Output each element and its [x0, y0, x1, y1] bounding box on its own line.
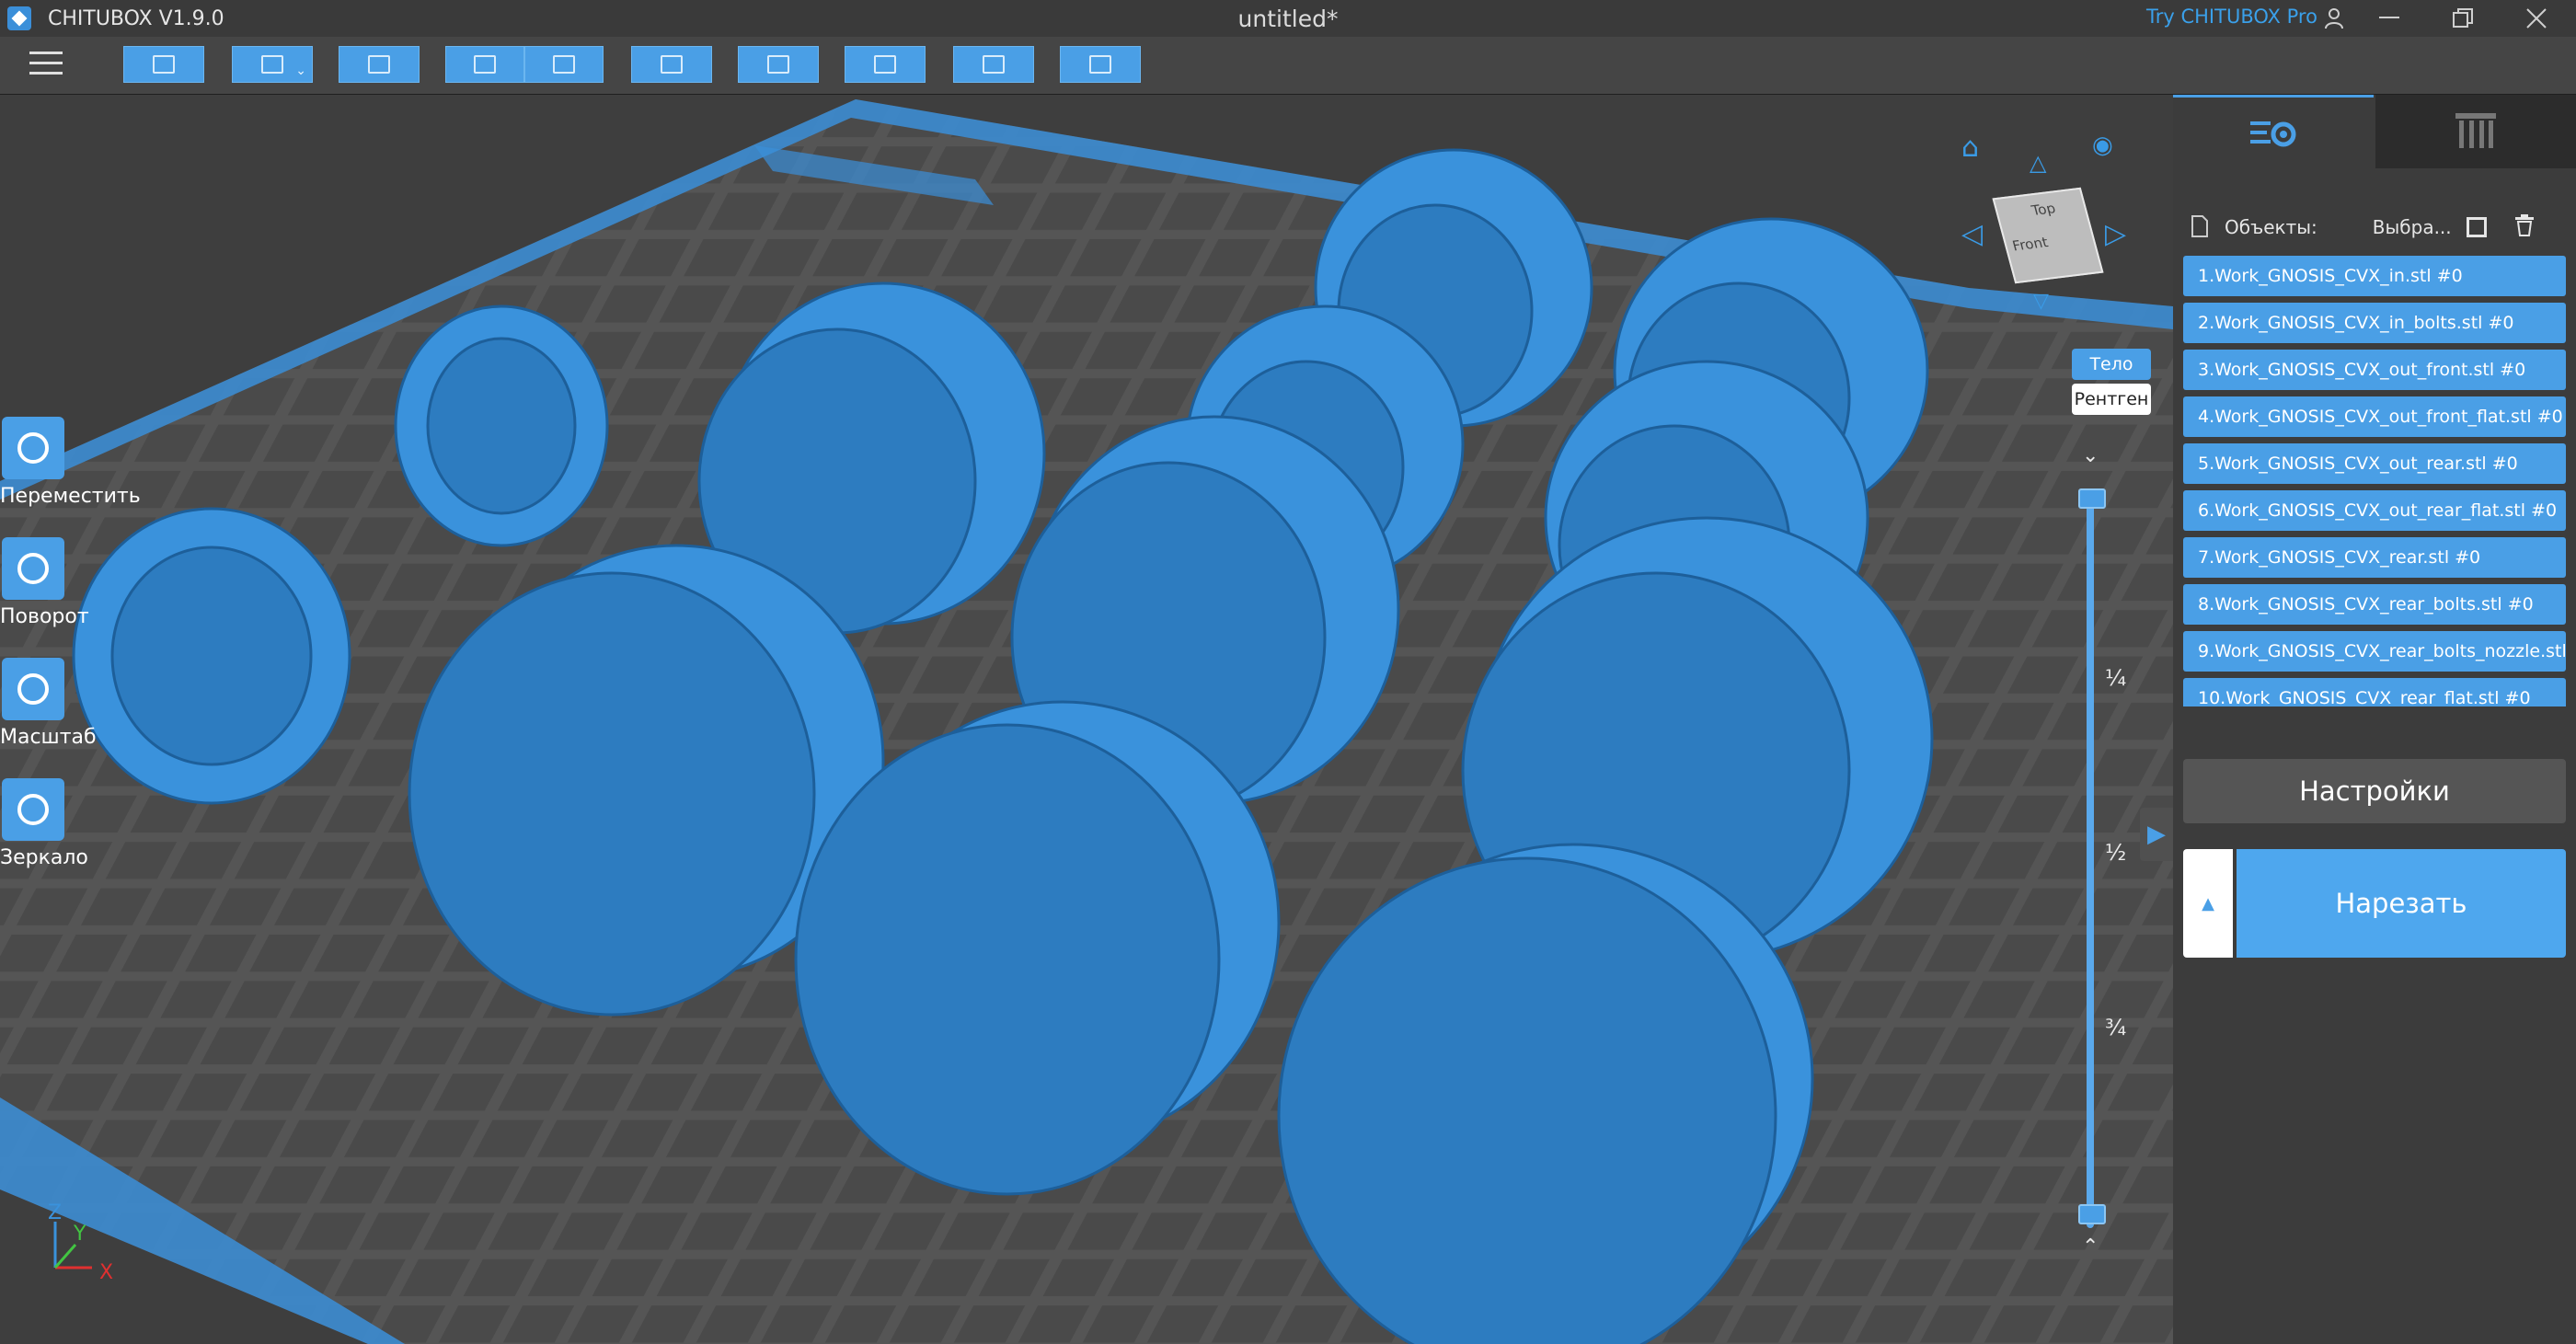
- maximize-icon[interactable]: [2447, 4, 2478, 33]
- tab-supports[interactable]: [2375, 95, 2576, 168]
- print-button[interactable]: [1060, 46, 1141, 83]
- user-icon[interactable]: [2318, 4, 2350, 33]
- arrange-button[interactable]: [738, 46, 819, 83]
- open-file-button[interactable]: [123, 46, 204, 83]
- supports-icon: [2455, 113, 2496, 148]
- object-list[interactable]: 1.Work_GNOSIS_CVX_in.stl #0 2.Work_GNOSI…: [2183, 256, 2566, 706]
- rotate-tool[interactable]: Поворот: [0, 537, 129, 628]
- main-toolbar: ⌄: [0, 37, 2576, 95]
- document-icon: [2191, 215, 2214, 239]
- list-item[interactable]: 9.Work_GNOSIS_CVX_rear_bolts_nozzle.stl …: [2183, 631, 2566, 672]
- support-button[interactable]: [845, 46, 926, 83]
- trash-icon[interactable]: [2514, 213, 2535, 241]
- view-right-icon[interactable]: ▷: [2105, 218, 2126, 250]
- chevron-down-icon[interactable]: ⌄: [295, 63, 306, 78]
- select-all-checkbox[interactable]: [2466, 217, 2487, 237]
- app-name: CHITUBOX V1.9.0: [48, 6, 224, 30]
- undo-button[interactable]: [445, 46, 524, 83]
- cube-top-label: Top: [2030, 200, 2058, 219]
- view-up-icon[interactable]: △: [2030, 150, 2046, 176]
- right-panel: Объекты: Выбра... 1.Work_GNOSIS_CVX_in.s…: [2173, 95, 2576, 1344]
- list-item[interactable]: 1.Work_GNOSIS_CVX_in.stl #0: [2183, 256, 2566, 296]
- rotate-icon[interactable]: [2, 537, 64, 600]
- close-icon[interactable]: [2521, 4, 2552, 33]
- mirror-tool[interactable]: Зеркало: [0, 778, 129, 869]
- chevron-up-icon[interactable]: ⌃: [2082, 1235, 2099, 1258]
- layout-button[interactable]: [631, 46, 712, 83]
- settings-button[interactable]: Настройки: [2183, 759, 2566, 823]
- layer-slider-top-handle[interactable]: [2078, 488, 2106, 509]
- scale-icon[interactable]: [2, 658, 64, 720]
- list-item[interactable]: 2.Work_GNOSIS_CVX_in_bolts.stl #0: [2183, 303, 2566, 343]
- cube-front-label: Front: [2010, 234, 2051, 255]
- objects-header: Объекты: Выбра...: [2191, 209, 2559, 246]
- slice-button[interactable]: Нарезать: [2237, 849, 2566, 958]
- list-item[interactable]: 10.Work_GNOSIS_CVX_rear_flat.stl #0: [2183, 678, 2566, 706]
- redo-button[interactable]: [524, 46, 604, 83]
- chitubox-logo-icon: [7, 6, 31, 30]
- list-item[interactable]: 4.Work_GNOSIS_CVX_out_front_flat.stl #0: [2183, 396, 2566, 437]
- axis-z-label: Z: [48, 1201, 63, 1224]
- export-image-button[interactable]: [339, 46, 420, 83]
- move-tool[interactable]: Переместить: [0, 417, 141, 508]
- scale-tool[interactable]: Масштаб: [0, 658, 129, 749]
- tab-settings[interactable]: [2173, 95, 2374, 171]
- slider-tick-half: ½: [2105, 840, 2127, 866]
- slice-options-toggle[interactable]: ▲: [2183, 849, 2233, 958]
- list-item[interactable]: 5.Work_GNOSIS_CVX_out_rear.stl #0: [2183, 443, 2566, 484]
- settings-list-icon: [2250, 121, 2296, 147]
- objects-label: Объекты:: [2225, 216, 2317, 238]
- axis-y-label: Y: [74, 1223, 86, 1246]
- list-item[interactable]: 3.Work_GNOSIS_CVX_out_front.stl #0: [2183, 350, 2566, 390]
- axis-x-label: X: [99, 1261, 114, 1284]
- view-left-icon[interactable]: ◁: [1961, 218, 1983, 250]
- chevron-down-icon[interactable]: ⌄: [2082, 444, 2099, 467]
- build-plate-scene: [0, 99, 2173, 1344]
- view-down-icon[interactable]: ▽: [2033, 290, 2049, 313]
- slider-tick-quarter: ¼: [2105, 665, 2127, 691]
- minimize-icon[interactable]: [2374, 4, 2405, 33]
- 3d-viewport[interactable]: Z Y X Переместить Поворот Масштаб Зеркал…: [0, 95, 2173, 1344]
- home-view-icon[interactable]: ⌂: [1961, 132, 1979, 164]
- rotate-tool-label: Поворот: [0, 605, 89, 628]
- mirror-icon[interactable]: [2, 778, 64, 841]
- mirror-tool-label: Зеркало: [0, 846, 88, 869]
- move-icon[interactable]: [2, 417, 64, 479]
- xray-mode-button[interactable]: Рентген: [2072, 384, 2151, 415]
- scale-tool-label: Масштаб: [0, 726, 97, 749]
- select-all-label: Выбра...: [2372, 216, 2452, 238]
- body-mode-button[interactable]: Тело: [2072, 349, 2151, 380]
- list-item[interactable]: 6.Work_GNOSIS_CVX_out_rear_flat.stl #0: [2183, 490, 2566, 531]
- layer-slider-bottom-handle[interactable]: [2078, 1204, 2106, 1224]
- slider-tick-three-quarters: ¾: [2105, 1015, 2127, 1040]
- slice-control: ▲ Нарезать: [2183, 849, 2566, 958]
- menu-icon[interactable]: [29, 52, 63, 79]
- eye-icon[interactable]: ◉: [2092, 132, 2113, 159]
- title-bar: CHITUBOX V1.9.0 untitled* Try CHITUBOX P…: [0, 0, 2576, 37]
- try-pro-link[interactable]: Try CHITUBOX Pro: [2146, 6, 2317, 28]
- move-tool-label: Переместить: [0, 485, 141, 508]
- hollow-button[interactable]: [953, 46, 1034, 83]
- save-button[interactable]: ⌄: [232, 46, 313, 83]
- list-item[interactable]: 8.Work_GNOSIS_CVX_rear_bolts.stl #0: [2183, 584, 2566, 625]
- panel-collapse-tab[interactable]: ▶: [2140, 808, 2173, 861]
- list-item[interactable]: 7.Work_GNOSIS_CVX_rear.stl #0: [2183, 537, 2566, 578]
- layer-slider-track[interactable]: [2087, 492, 2094, 1228]
